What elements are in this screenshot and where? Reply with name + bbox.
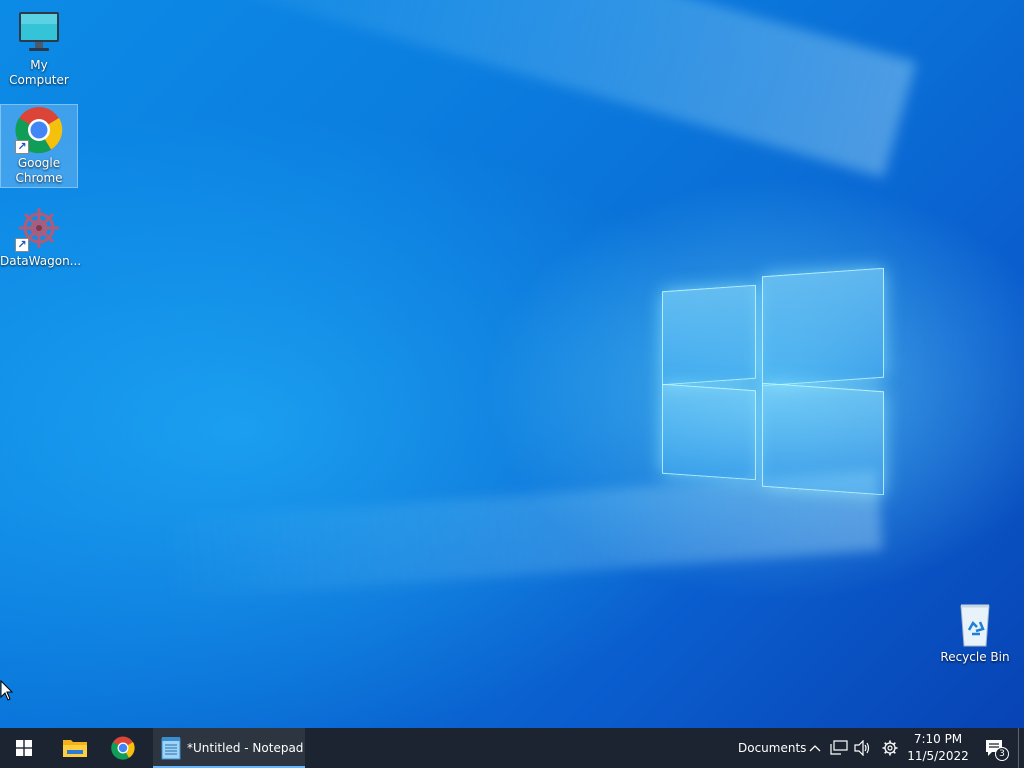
logo-pane — [662, 284, 756, 386]
taskbar: *Untitled - Notepad Documents 7:10 PM 11… — [0, 728, 1024, 768]
shortcut-arrow-icon: ↗ — [15, 238, 29, 252]
clock[interactable]: 7:10 PM 11/5/2022 — [906, 728, 970, 768]
taskbar-chrome-button[interactable] — [100, 728, 146, 768]
recycle-bin-icon — [951, 600, 999, 648]
shortcut-arrow-icon: ↗ — [15, 140, 29, 154]
desktop-icon-my-computer[interactable]: My Computer — [0, 8, 78, 87]
windows-logo-icon — [16, 740, 32, 756]
clock-time: 7:10 PM — [913, 732, 963, 746]
show-desktop-button[interactable] — [1018, 728, 1024, 768]
show-hidden-icons-button[interactable] — [806, 728, 824, 768]
taskbar-window-title: *Untitled - Notepad — [187, 741, 304, 755]
clock-date: 11/5/2022 — [907, 749, 969, 763]
desktop-icon-label: My Computer — [9, 58, 69, 87]
gear-icon — [882, 740, 898, 756]
wallpaper-light-beam — [133, 0, 917, 178]
network-button[interactable] — [828, 728, 850, 768]
volume-button[interactable] — [852, 728, 874, 768]
logo-pane — [762, 382, 884, 496]
action-center-button[interactable]: 3 — [976, 728, 1012, 768]
taskbar-file-explorer-button[interactable] — [52, 728, 98, 768]
taskbar-notepad-window-button[interactable]: *Untitled - Notepad — [153, 728, 305, 768]
notification-count-badge: 3 — [995, 747, 1009, 761]
desktop-icon-datawagon[interactable]: ↗ DataWagon... — [0, 204, 82, 272]
wallpaper-light-beam — [158, 470, 883, 601]
chevron-up-icon — [809, 745, 821, 752]
desktop[interactable]: My Computer ↗ Google Chrome ↗ DataWagon.… — [0, 0, 1024, 728]
logo-pane — [662, 383, 756, 481]
desktop-icon-recycle-bin[interactable]: Recycle Bin — [936, 600, 1014, 668]
desktop-icon-label: Recycle Bin — [940, 650, 1010, 664]
folder-icon — [63, 740, 87, 757]
volume-icon — [854, 740, 870, 756]
datawagon-icon: ↗ — [15, 204, 63, 252]
monitor-icon — [15, 8, 63, 56]
settings-tray-button[interactable] — [878, 728, 902, 768]
start-button[interactable] — [0, 728, 48, 768]
desktop-icon-label: DataWagon... — [0, 254, 82, 268]
network-icon — [830, 740, 848, 755]
desktop-icon-label: Google Chrome — [15, 156, 63, 185]
documents-toolbar[interactable]: Documents — [738, 728, 806, 768]
logo-pane — [762, 267, 884, 387]
mouse-cursor-icon — [0, 679, 14, 706]
chrome-icon: ↗ — [15, 106, 63, 154]
notepad-icon — [161, 737, 181, 760]
desktop-icon-google-chrome[interactable]: ↗ Google Chrome — [0, 104, 78, 188]
chrome-icon — [111, 736, 135, 760]
